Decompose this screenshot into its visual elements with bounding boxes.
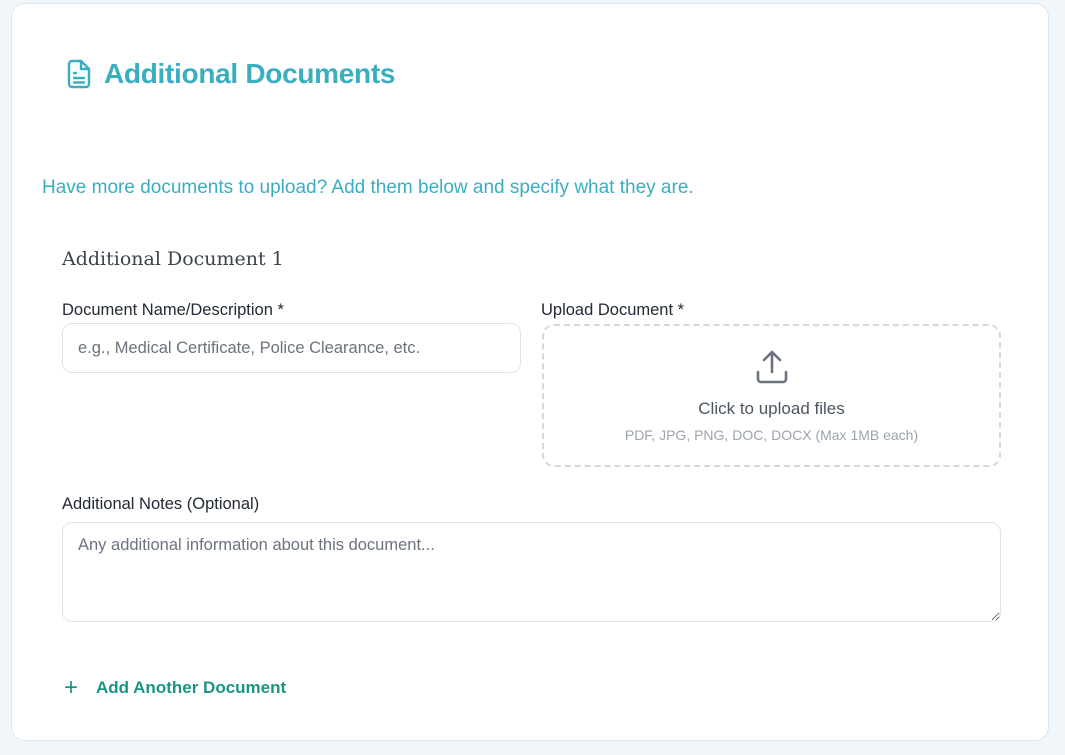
document-heading: Additional Document 1 [62,248,284,270]
plus-icon: + [64,674,79,701]
upload-hint: PDF, JPG, PNG, DOC, DOCX (Max 1MB each) [624,427,919,443]
add-another-document-button[interactable]: + Add Another Document [64,676,286,700]
intro-text: Have more documents to upload? Add them … [42,177,694,198]
additional-notes-textarea[interactable] [62,522,1001,622]
additional-documents-card: Additional Documents Have more documents… [11,3,1049,741]
document-name-input[interactable] [62,323,521,373]
add-another-document-label: Add Another Document [96,678,287,697]
upload-document-label: Upload Document * [541,301,685,319]
upload-icon [753,348,791,391]
document-icon [66,59,92,89]
upload-dropzone[interactable]: Click to upload files PDF, JPG, PNG, DOC… [542,324,1001,467]
document-name-label: Document Name/Description * [62,301,284,319]
section-header: Additional Documents [66,58,395,90]
additional-notes-label: Additional Notes (Optional) [62,495,260,513]
page-title: Additional Documents [104,58,396,89]
upload-prompt: Click to upload files [698,399,845,418]
